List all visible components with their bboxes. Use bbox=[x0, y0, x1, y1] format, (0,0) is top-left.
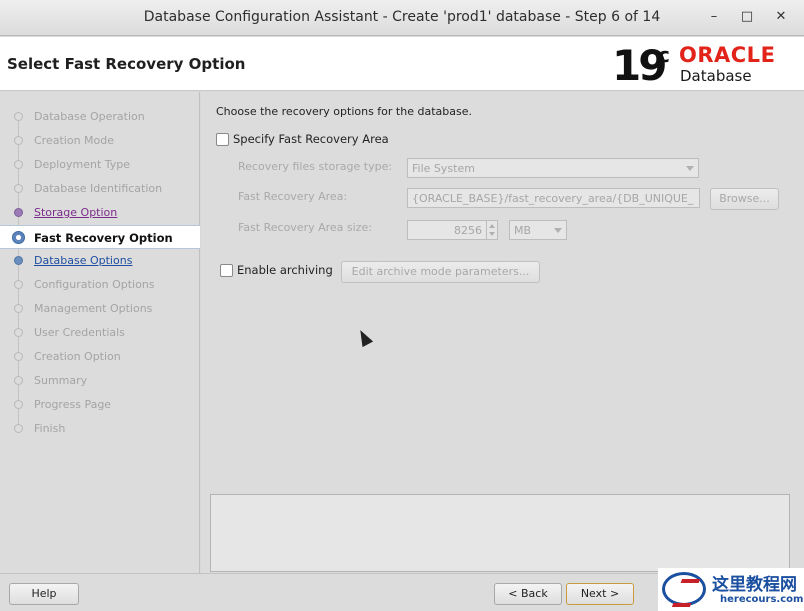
step-pending-icon bbox=[14, 280, 23, 289]
chevron-down-icon bbox=[686, 166, 694, 171]
fra-size-input[interactable]: 8256 bbox=[407, 220, 487, 240]
page-header: Select Fast Recovery Option 19 c ORACLE … bbox=[0, 37, 804, 91]
nav-step-database-options[interactable]: Database Options bbox=[0, 249, 200, 273]
storage-type-select[interactable]: File System bbox=[407, 158, 699, 178]
chevron-down-icon bbox=[554, 228, 562, 233]
fra-size-spinner[interactable] bbox=[486, 220, 498, 240]
nav-step-database-operation: Database Operation bbox=[0, 105, 200, 129]
enable-archiving-checkbox[interactable] bbox=[220, 264, 233, 277]
step-pending-icon bbox=[14, 400, 23, 409]
nav-step-fast-recovery-option: Fast Recovery Option bbox=[0, 225, 200, 249]
nav-step-finish: Finish bbox=[0, 417, 200, 441]
window-title-bar: Database Configuration Assistant - Creat… bbox=[0, 0, 804, 36]
message-area bbox=[210, 494, 790, 572]
step-current-icon bbox=[12, 231, 25, 244]
step-pending-icon bbox=[14, 352, 23, 361]
watermark-url: herecours.com bbox=[720, 594, 804, 605]
step-pending-icon bbox=[14, 424, 23, 433]
step-pending-icon bbox=[14, 160, 23, 169]
fra-location-label: Fast Recovery Area: bbox=[238, 190, 348, 203]
step-pending-icon bbox=[14, 304, 23, 313]
step-pending-icon bbox=[14, 328, 23, 337]
oracle-brand-logo: ORACLE bbox=[679, 43, 776, 67]
nav-step-database-identification: Database Identification bbox=[0, 177, 200, 201]
instructions-text: Choose the recovery options for the data… bbox=[216, 105, 472, 118]
nav-step-creation-mode: Creation Mode bbox=[0, 129, 200, 153]
maximize-button[interactable]: □ bbox=[738, 8, 756, 26]
fra-size-unit-select[interactable]: MB bbox=[509, 220, 567, 240]
specify-fra-checkbox[interactable] bbox=[216, 133, 229, 146]
oracle-version-suffix: c bbox=[658, 43, 670, 67]
close-button[interactable]: ✕ bbox=[772, 8, 790, 26]
next-button[interactable]: Next > bbox=[566, 583, 634, 605]
nav-step-storage-option[interactable]: Storage Option bbox=[0, 201, 200, 225]
oracle-product-name: Database bbox=[680, 67, 752, 85]
step-visited-icon bbox=[14, 208, 23, 217]
edit-archive-params-button[interactable]: Edit archive mode parameters... bbox=[341, 261, 540, 283]
storage-type-label: Recovery files storage type: bbox=[238, 160, 393, 173]
enable-archiving-label[interactable]: Enable archiving bbox=[237, 263, 333, 277]
browse-button[interactable]: Browse... bbox=[710, 188, 779, 210]
nav-step-user-credentials: User Credentials bbox=[0, 321, 200, 345]
step-pending-icon bbox=[14, 184, 23, 193]
watermark-logo-icon bbox=[662, 572, 706, 606]
nav-step-progress-page: Progress Page bbox=[0, 393, 200, 417]
specify-fra-label[interactable]: Specify Fast Recovery Area bbox=[233, 132, 389, 146]
nav-step-summary: Summary bbox=[0, 369, 200, 393]
step-pending-icon bbox=[14, 376, 23, 385]
nav-step-deployment-type: Deployment Type bbox=[0, 153, 200, 177]
help-button[interactable]: Help bbox=[9, 583, 79, 605]
nav-step-management-options: Management Options bbox=[0, 297, 200, 321]
fra-location-input[interactable]: {ORACLE_BASE}/fast_recovery_area/{DB_UNI… bbox=[407, 188, 700, 208]
oracle-version-logo: 19 bbox=[612, 41, 667, 90]
step-pending-icon bbox=[14, 112, 23, 121]
watermark-brand: 这里教程网 bbox=[712, 575, 797, 595]
window-title: Database Configuration Assistant - Creat… bbox=[143, 9, 661, 25]
wizard-steps-nav: Database Operation Creation Mode Deploym… bbox=[0, 92, 200, 573]
page-title: Select Fast Recovery Option bbox=[7, 55, 246, 73]
minimize-button[interactable]: – bbox=[705, 8, 723, 26]
nav-step-configuration-options: Configuration Options bbox=[0, 273, 200, 297]
nav-step-creation-option: Creation Option bbox=[0, 345, 200, 369]
main-panel: Choose the recovery options for the data… bbox=[201, 92, 804, 573]
spinner-up-icon bbox=[489, 224, 495, 228]
step-pending-icon bbox=[14, 136, 23, 145]
back-button[interactable]: < Back bbox=[494, 583, 562, 605]
spinner-down-icon bbox=[489, 232, 495, 236]
fra-size-label: Fast Recovery Area size: bbox=[238, 221, 372, 234]
step-link-icon bbox=[14, 256, 23, 265]
watermark: 这里教程网 herecours.com bbox=[658, 568, 804, 611]
